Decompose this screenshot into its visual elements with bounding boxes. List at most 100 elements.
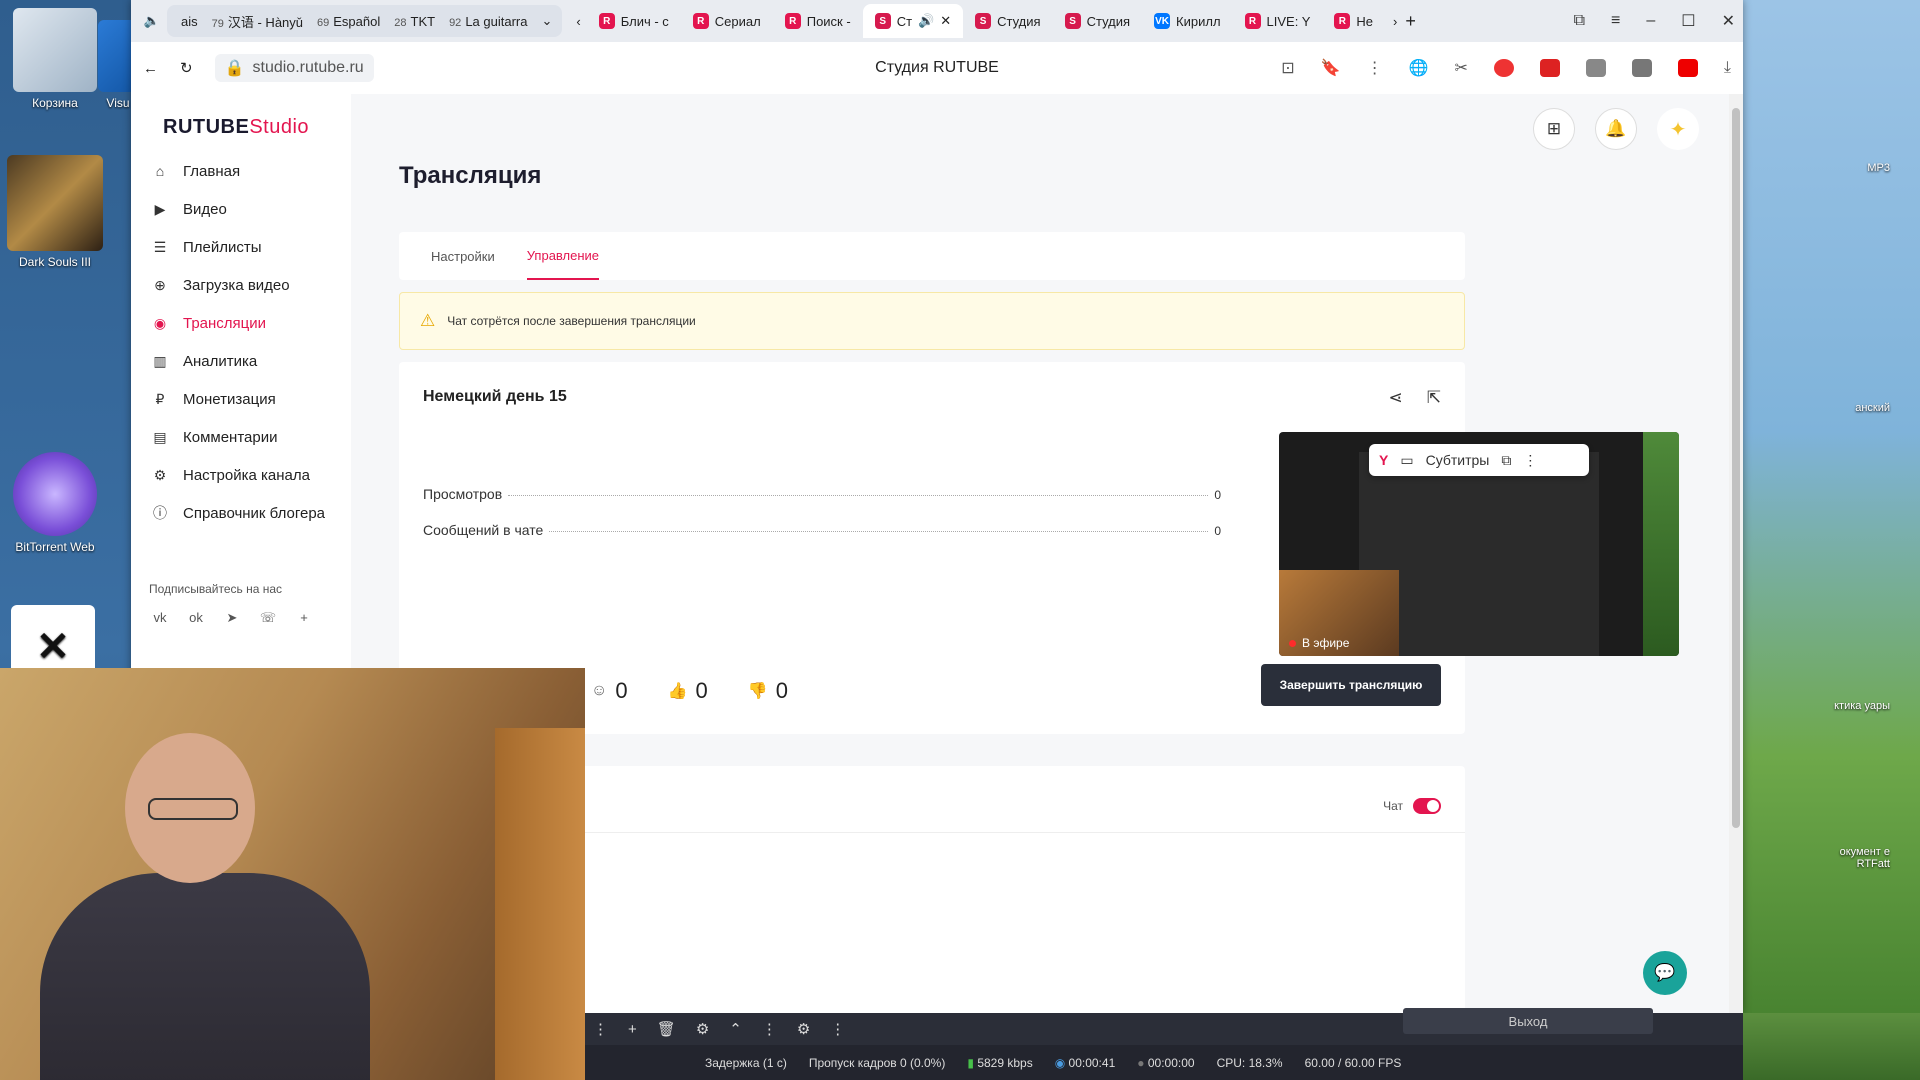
sidebar-item-analytics[interactable]: ▥ Аналитика	[151, 342, 325, 380]
browser-tab[interactable]: R Поиск -	[773, 4, 863, 38]
menu-icon[interactable]: ≡	[1611, 12, 1620, 30]
tab-management[interactable]: Управление	[526, 232, 600, 280]
browser-tab[interactable]: R Блич - с	[587, 4, 681, 38]
filters-icon[interactable]: ⚙	[797, 1020, 810, 1038]
drag-handle-icon[interactable]: ⋮	[762, 1020, 777, 1038]
sidebar-item-monetization[interactable]: ₽ Монетизация	[151, 380, 325, 418]
browser-tab[interactable]: VK Кирилл	[1142, 4, 1233, 38]
browser-tab[interactable]: S Студия	[963, 4, 1052, 38]
support-chat-button[interactable]: 💬	[1643, 951, 1687, 995]
reload-icon[interactable]: ↻	[180, 59, 193, 77]
broadcast-icon: ◉	[153, 314, 167, 331]
chat-switch[interactable]	[1413, 798, 1441, 814]
more-icon[interactable]: ⋮	[1367, 58, 1383, 78]
download-icon[interactable]: ⤓	[1724, 59, 1731, 77]
adblock-extension-icon[interactable]	[1493, 59, 1514, 77]
extension-icon[interactable]	[1585, 59, 1606, 77]
tab-manager-icon[interactable]: ⧉	[1574, 12, 1585, 30]
yandex-icon[interactable]: Y	[1379, 452, 1388, 468]
end-broadcast-button[interactable]: Завершить трансляцию	[1261, 664, 1441, 706]
pinned-tab-0[interactable]: ais	[177, 14, 198, 29]
browser-tab[interactable]: S Студия	[1053, 4, 1142, 38]
bookmark-icon[interactable]: 🔖	[1321, 58, 1341, 78]
new-tab-icon[interactable]: +	[1405, 11, 1416, 32]
extension-icon[interactable]: ✂	[1455, 58, 1468, 78]
desktop-icon-label: MP3	[1867, 162, 1890, 174]
odnoklassniki-icon[interactable]: ok	[187, 610, 205, 626]
maximize-icon[interactable]: ☐	[1681, 11, 1695, 31]
sidebar-item-blogger-guide[interactable]: ⓘ Справочник блогера	[151, 494, 325, 532]
vk-icon[interactable]: vk	[151, 610, 169, 626]
video-overlay-toolbar: Y ▭ Субтитры ⧉ ⋮	[1369, 444, 1589, 476]
viber-icon[interactable]: ☏	[259, 610, 277, 626]
chevron-down-icon[interactable]: ⌄	[541, 13, 552, 29]
stream-indicator-icon: ◉	[1054, 1055, 1066, 1070]
sidebar-item-playlists[interactable]: ☰ Плейлисты	[151, 228, 325, 266]
more-icon[interactable]: ⋮	[830, 1020, 845, 1038]
scroll-tabs-left-icon[interactable]: ‹	[576, 14, 580, 29]
vpn-icon[interactable]: 🌐	[1409, 58, 1429, 78]
telegram-icon[interactable]: ➤	[223, 610, 241, 626]
rutube-studio-logo[interactable]: RUTUBEStudio	[163, 116, 309, 139]
trash-icon[interactable]: 🗑	[657, 1020, 676, 1038]
url-field[interactable]: 🔒 studio.rutube.ru	[214, 54, 374, 82]
mute-icon[interactable]: 🔈	[137, 13, 167, 29]
sidebar-item-video[interactable]: ▶ Видео	[151, 190, 325, 228]
page-scrollbar[interactable]	[1729, 94, 1743, 1013]
bell-icon: 🔔	[1605, 119, 1627, 138]
gear-icon[interactable]: ⚙	[696, 1020, 709, 1038]
gear-icon: ⚙	[153, 466, 167, 483]
subtitles-button[interactable]: Субтитры	[1426, 452, 1490, 468]
chevron-up-icon[interactable]: ⌃	[729, 1020, 742, 1038]
extension-icon[interactable]	[1631, 59, 1652, 77]
pinned-tab-2[interactable]: 69 Español	[317, 14, 380, 29]
share-icon[interactable]: ⋖	[1389, 388, 1403, 408]
sidebar-item-channel-settings[interactable]: ⚙ Настройка канала	[151, 456, 325, 494]
desktop-right-icon-4[interactable]: окумент e RTFatt	[1810, 846, 1890, 870]
sidebar-item-upload[interactable]: ⊕ Загрузка видео	[151, 266, 325, 304]
desktop-icon-recycle-bin[interactable]: Корзина	[0, 8, 110, 110]
drag-handle-icon[interactable]: ⋮	[593, 1020, 608, 1038]
add-icon[interactable]: +	[628, 1021, 637, 1038]
picture-in-picture-icon[interactable]: ⧉	[1501, 452, 1511, 469]
pinned-tab-1[interactable]: 79 汉语 - Hànyǔ	[212, 12, 303, 31]
browser-tab[interactable]: R LIVE: Y	[1233, 4, 1323, 38]
sidebar-item-comments[interactable]: ▤ Комментарии	[151, 418, 325, 456]
create-button[interactable]: ⊞	[1533, 108, 1575, 150]
more-icon[interactable]: ⋮	[1523, 452, 1537, 469]
pinned-tab-3[interactable]: 28 TKT	[394, 14, 435, 29]
scroll-thumb[interactable]	[1732, 108, 1740, 828]
desktop-right-icon-mp3[interactable]: MP3	[1810, 162, 1890, 174]
obs-exit-button[interactable]: Выход	[1403, 1008, 1653, 1034]
desktop-right-icon-2[interactable]: анский	[1810, 402, 1890, 414]
minimize-icon[interactable]: –	[1646, 12, 1655, 30]
record-extension-icon[interactable]	[1539, 59, 1560, 77]
desktop-icon-dark-souls[interactable]: Dark Souls III	[0, 155, 110, 269]
rutube-favicon: R	[1334, 13, 1351, 29]
stat-views: Просмотров 0	[423, 486, 1221, 502]
external-link-icon[interactable]: ⇱	[1427, 388, 1441, 408]
desktop-icon-bittorrent[interactable]: BitTorrent Web	[0, 452, 110, 554]
sidebar-item-broadcasts[interactable]: ◉ Трансляции	[151, 304, 325, 342]
browser-tab[interactable]: R Не	[1322, 4, 1385, 38]
close-tab-icon[interactable]: ✕	[940, 13, 951, 29]
desktop-right-icon-3[interactable]: ктика уары	[1810, 700, 1890, 712]
stream-preview[interactable]: Y ▭ Субтитры ⧉ ⋮ В эфире	[1279, 432, 1679, 656]
youtube-extension-icon[interactable]	[1677, 59, 1698, 77]
browser-tab[interactable]: R Сериал	[681, 4, 773, 38]
avatar[interactable]: ✦	[1657, 108, 1699, 150]
tab-settings[interactable]: Настройки	[431, 232, 495, 280]
vk-favicon: VK	[1154, 13, 1171, 29]
notifications-button[interactable]: 🔔	[1595, 108, 1637, 150]
chat-toggle[interactable]: Чат	[1383, 798, 1441, 814]
subtitles-icon[interactable]: ▭	[1400, 452, 1413, 469]
back-icon[interactable]: ←	[143, 60, 158, 77]
browser-tab-active[interactable]: S Ст 🔊 ✕	[862, 4, 964, 38]
sidebar-item-home[interactable]: ⌂ Главная	[151, 152, 325, 190]
scroll-tabs-right-icon[interactable]: ›	[1393, 14, 1397, 29]
translate-icon[interactable]: ⊡	[1281, 58, 1294, 78]
pinned-tab-4[interactable]: 92 La guitarra	[449, 14, 527, 29]
more-socials-icon[interactable]: +	[295, 610, 313, 626]
close-window-icon[interactable]: ✕	[1722, 11, 1735, 31]
desktop-icon-label: BitTorrent Web	[15, 540, 95, 554]
